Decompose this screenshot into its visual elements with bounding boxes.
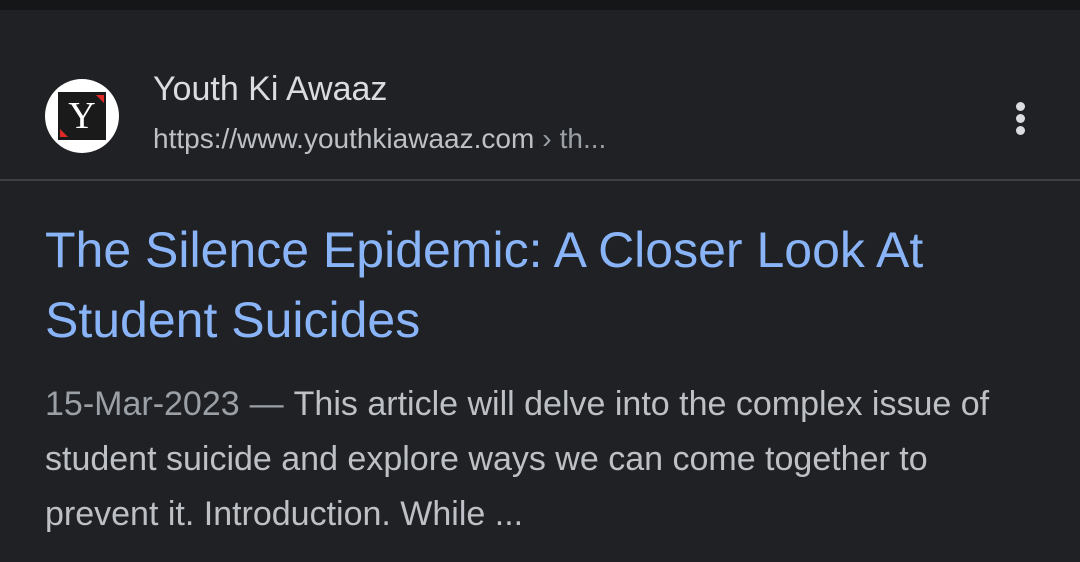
divider bbox=[0, 179, 1080, 181]
logo-letter: Y bbox=[68, 95, 96, 137]
result-title-link[interactable]: The Silence Epidemic: A Closer Look At S… bbox=[45, 215, 1045, 355]
more-options-button[interactable] bbox=[1000, 96, 1042, 142]
more-vert-icon bbox=[1016, 114, 1025, 123]
more-vert-icon bbox=[1016, 102, 1025, 111]
site-favicon[interactable]: Y bbox=[45, 79, 119, 153]
site-url-breadcrumb[interactable]: https://www.youthkiawaaz.com › th... bbox=[153, 123, 606, 155]
search-results-page: Y Youth Ki Awaaz https://www.youthkiawaa… bbox=[0, 0, 1080, 562]
snippet-dash: — bbox=[249, 385, 284, 423]
url-path: th... bbox=[559, 123, 607, 154]
url-base: https://www.youthkiawaaz.com bbox=[153, 123, 535, 154]
more-vert-icon bbox=[1016, 126, 1025, 135]
search-result-card[interactable]: Y Youth Ki Awaaz https://www.youthkiawaa… bbox=[0, 10, 1080, 562]
result-snippet: 15-Mar-2023— This article will delve into… bbox=[45, 377, 1045, 542]
result-date: 15-Mar-2023 bbox=[45, 385, 240, 423]
youth-ki-awaaz-logo-icon: Y bbox=[58, 92, 106, 140]
site-name[interactable]: Youth Ki Awaaz bbox=[153, 70, 387, 109]
top-divider-strip bbox=[0, 0, 1080, 10]
url-separator: › bbox=[542, 123, 552, 154]
